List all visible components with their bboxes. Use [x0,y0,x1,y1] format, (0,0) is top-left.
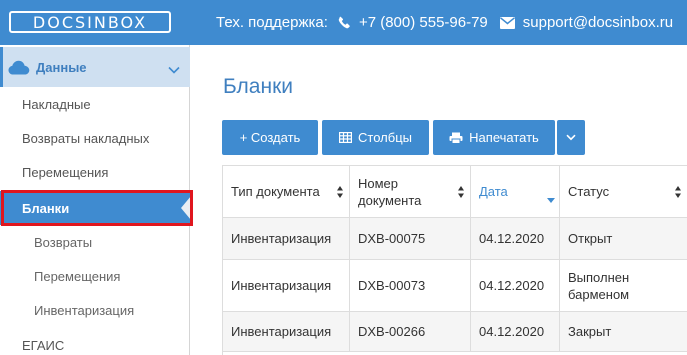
sidebar-item-invoices[interactable]: Накладные [0,87,190,121]
cloud-icon [8,59,30,75]
sidebar-subitem-transfers[interactable]: Перемещения [0,259,190,293]
table-row[interactable]: Инвентаризация DXB-00073 04.12.2020 Выпо… [223,260,687,312]
sidebar-section-data[interactable]: Данные [0,47,190,87]
logo[interactable]: DOCSINBOX [9,11,171,33]
columns-button-label: Столбцы [358,130,412,145]
sidebar-subitem-inventory[interactable]: Инвентаризация [0,293,190,327]
chevron-down-icon [566,134,576,141]
columns-button[interactable]: Столбцы [322,120,429,155]
column-header-doc-type[interactable]: Тип документа [223,166,350,218]
sidebar-item-egais[interactable]: ЕГАИС [0,328,190,355]
sidebar-item-forms[interactable]: Бланки [0,191,190,225]
column-header-doc-number[interactable]: Номер документа [350,166,471,218]
sort-desc-icon [547,190,555,207]
column-header-date[interactable]: Дата [471,166,560,218]
top-bar: DOCSINBOX Тех. поддержка: +7 (800) 555-9… [0,0,687,45]
table-icon [339,132,353,143]
cell-status: Закрыт [560,312,687,351]
support-label: Тех. поддержка: [216,14,328,31]
cell-date: 04.12.2020 [471,218,560,259]
cell-doc-type: Инвентаризация [223,312,350,351]
forms-table: Тип документа Номер документа Дата Стату… [222,165,687,355]
column-header-label: Статус [568,184,610,199]
cell-status: Открыт [560,218,687,259]
sort-icon [458,185,464,202]
support-phone[interactable]: +7 (800) 555-96-79 [359,14,488,31]
support-info: Тех. поддержка: +7 (800) 555-96-79 suppo… [216,0,685,45]
logo-text: DOCSINBOX [32,12,148,32]
table-row[interactable]: Инвентаризация DXB-00075 04.12.2020 Откр… [223,218,687,260]
envelope-icon [499,16,515,29]
cell-doc-type: Инвентаризация [223,260,350,311]
create-button[interactable]: + Создать [222,120,318,155]
cell-doc-type: Инвентаризация [223,218,350,259]
printer-icon [449,132,463,144]
support-email[interactable]: support@docsinbox.ru [523,14,673,31]
column-header-status[interactable]: Статус [560,166,687,218]
cell-date: 04.12.2020 [471,260,560,311]
sort-icon [675,185,681,202]
print-button[interactable]: Напечатать [433,120,555,155]
cell-doc-number: DXB-00075 [350,218,471,259]
sidebar-section-label: Данные [36,59,87,75]
phone-icon [338,16,351,29]
chevron-down-icon[interactable] [168,61,180,79]
more-actions-button[interactable] [557,120,585,155]
table-row[interactable]: Инвентаризация DXB-00266 04.12.2020 Закр… [223,312,687,352]
cell-date: 04.12.2020 [471,312,560,351]
sidebar-subitem-returns[interactable]: Возвраты [0,225,190,259]
cell-status: Выполнен барменом [560,260,687,311]
cell-doc-number: DXB-00073 [350,260,471,311]
create-button-label: + Создать [239,130,301,145]
sidebar: Данные Накладные Возвраты накладных Пере… [0,45,190,355]
print-button-label: Напечатать [469,130,539,145]
column-header-label: Дата [479,184,508,199]
sidebar-item-invoice-returns[interactable]: Возвраты накладных [0,121,190,155]
column-header-label: Номер документа [358,175,422,208]
cell-doc-number: DXB-00266 [350,312,471,351]
sort-icon [337,185,343,202]
sidebar-item-transfers[interactable]: Перемещения [0,155,190,189]
active-item-pointer [181,196,191,220]
page-title: Бланки [223,75,293,98]
column-header-label: Тип документа [231,184,320,199]
